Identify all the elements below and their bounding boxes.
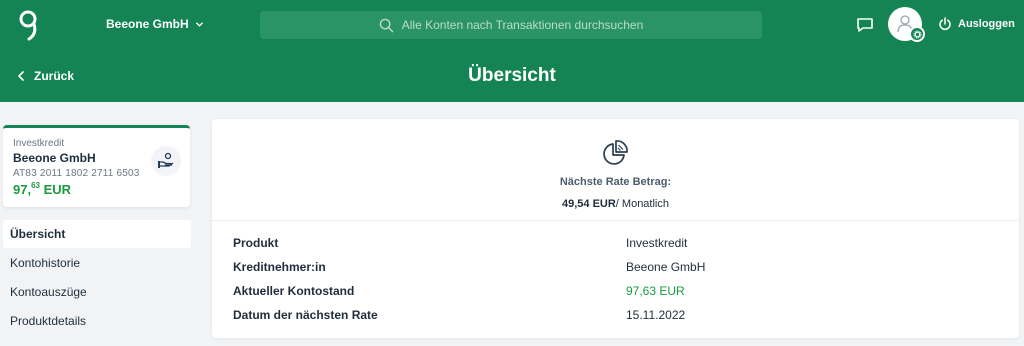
gear-icon [909,26,925,42]
chevron-down-icon [195,21,203,27]
app-logo-icon[interactable] [16,8,42,42]
search-icon [379,18,394,32]
nav-item-kontoauszuege[interactable]: Kontoauszüge [3,278,191,306]
nav-item-produktdetails[interactable]: Produktdetails [3,307,191,335]
balance-decimal: 63 [31,181,40,190]
nav-item-uebersicht[interactable]: Übersicht [3,220,191,248]
nav-item-kontohistorie[interactable]: Kontohistorie [3,249,191,277]
power-icon [939,17,951,31]
top-bar: Beeone GmbH Alle Konten nach Transaktion… [0,0,1024,52]
page-title: Übersicht [468,65,556,86]
company-selector[interactable]: Beeone GmbH [106,17,204,31]
table-row: Kreditnehmer:in Beeone GmbH [212,247,1019,274]
logout-button[interactable]: Ausloggen [938,17,1015,31]
next-rate-label: Nächste Rate Betrag: [559,176,672,188]
detail-key-naechste-rate: Datum der nächsten Rate [233,308,378,322]
sidebar-nav: Übersicht Kontohistorie Kontoauszüge Pro… [3,220,191,336]
logout-label: Ausloggen [958,18,1015,30]
chat-icon[interactable] [855,15,875,35]
search-placeholder: Alle Konten nach Transaktionen durchsuch… [401,18,644,32]
detail-value-naechste-rate: 15.11.2022 [626,308,686,322]
next-rate-period: / Monatlich [615,198,669,210]
next-rate-section: Nächste Rate Betrag: 49,54 EUR/ Monatlic… [212,119,1019,221]
table-row: Aktueller Kontostand 97,63 EUR [212,271,1019,298]
balance-main: 97, [13,182,32,197]
sub-header: Zurück Übersicht [0,52,1024,102]
balance-currency: EUR [39,182,72,197]
overview-panel: Nächste Rate Betrag: 49,54 EUR/ Monatlic… [212,119,1019,338]
next-rate-amount: 49,54 EUR [561,198,616,210]
loan-hand-icon [151,146,181,176]
account-card[interactable]: Investkredit Beeone GmbH AT83 2011 1802 … [3,125,190,207]
next-rate-value: 49,54 EUR/ Monatlich [212,198,1019,210]
pie-chart-icon [603,140,628,165]
avatar[interactable] [888,7,925,42]
company-name: Beeone GmbH [106,17,189,31]
table-row: Datum der nächsten Rate 15.11.2022 [212,295,1019,322]
search-input[interactable]: Alle Konten nach Transaktionen durchsuch… [260,11,762,39]
details-table: Produkt Investkredit Kreditnehmer:in Bee… [212,223,1019,322]
table-row: Produkt Investkredit [212,223,1019,250]
account-balance: 97,63 EUR [13,181,190,197]
